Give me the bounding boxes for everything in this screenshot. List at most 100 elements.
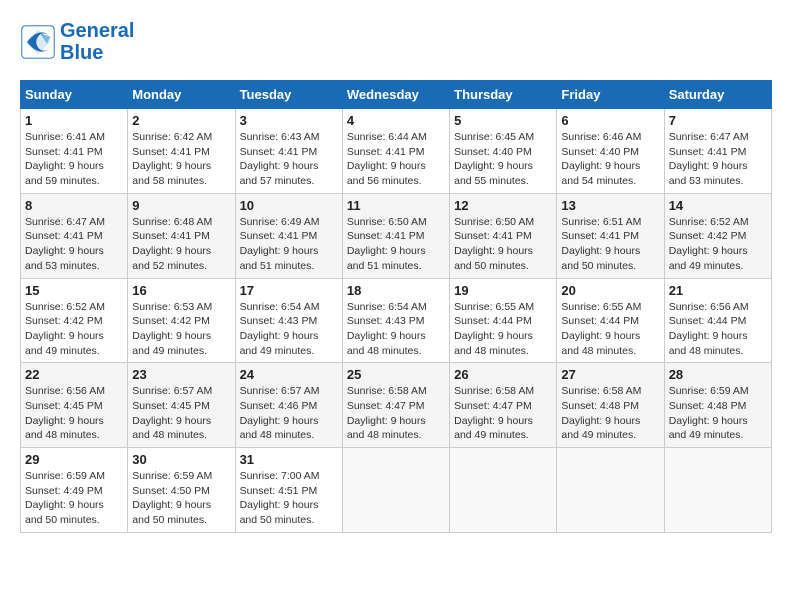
day-info: Sunrise: 6:58 AM Sunset: 4:48 PM Dayligh…: [561, 384, 659, 443]
day-number: 6: [561, 113, 659, 128]
day-info: Sunrise: 6:44 AM Sunset: 4:41 PM Dayligh…: [347, 130, 445, 189]
day-number: 8: [25, 198, 123, 213]
day-number: 12: [454, 198, 552, 213]
calendar-cell: 6 Sunrise: 6:46 AM Sunset: 4:40 PM Dayli…: [557, 109, 664, 194]
calendar-cell: 5 Sunrise: 6:45 AM Sunset: 4:40 PM Dayli…: [450, 109, 557, 194]
day-info: Sunrise: 6:46 AM Sunset: 4:40 PM Dayligh…: [561, 130, 659, 189]
day-number: 10: [240, 198, 338, 213]
day-info: Sunrise: 6:59 AM Sunset: 4:48 PM Dayligh…: [669, 384, 767, 443]
calendar-cell: 24 Sunrise: 6:57 AM Sunset: 4:46 PM Dayl…: [235, 363, 342, 448]
day-info: Sunrise: 6:54 AM Sunset: 4:43 PM Dayligh…: [240, 300, 338, 359]
day-number: 3: [240, 113, 338, 128]
calendar-cell: 1 Sunrise: 6:41 AM Sunset: 4:41 PM Dayli…: [21, 109, 128, 194]
calendar-cell: 3 Sunrise: 6:43 AM Sunset: 4:41 PM Dayli…: [235, 109, 342, 194]
day-number: 18: [347, 283, 445, 298]
day-number: 19: [454, 283, 552, 298]
day-number: 25: [347, 367, 445, 382]
calendar-cell: [450, 448, 557, 533]
calendar-cell: 23 Sunrise: 6:57 AM Sunset: 4:45 PM Dayl…: [128, 363, 235, 448]
calendar-cell: 17 Sunrise: 6:54 AM Sunset: 4:43 PM Dayl…: [235, 278, 342, 363]
weekday-header-tuesday: Tuesday: [235, 81, 342, 109]
day-number: 20: [561, 283, 659, 298]
calendar-cell: 10 Sunrise: 6:49 AM Sunset: 4:41 PM Dayl…: [235, 193, 342, 278]
calendar-week-row: 1 Sunrise: 6:41 AM Sunset: 4:41 PM Dayli…: [21, 109, 772, 194]
calendar-week-row: 15 Sunrise: 6:52 AM Sunset: 4:42 PM Dayl…: [21, 278, 772, 363]
day-info: Sunrise: 6:59 AM Sunset: 4:50 PM Dayligh…: [132, 469, 230, 528]
calendar-cell: 16 Sunrise: 6:53 AM Sunset: 4:42 PM Dayl…: [128, 278, 235, 363]
day-info: Sunrise: 6:47 AM Sunset: 4:41 PM Dayligh…: [25, 215, 123, 274]
day-info: Sunrise: 6:43 AM Sunset: 4:41 PM Dayligh…: [240, 130, 338, 189]
day-info: Sunrise: 6:41 AM Sunset: 4:41 PM Dayligh…: [25, 130, 123, 189]
day-info: Sunrise: 6:47 AM Sunset: 4:41 PM Dayligh…: [669, 130, 767, 189]
calendar-cell: 25 Sunrise: 6:58 AM Sunset: 4:47 PM Dayl…: [342, 363, 449, 448]
day-number: 29: [25, 452, 123, 467]
calendar-cell: 15 Sunrise: 6:52 AM Sunset: 4:42 PM Dayl…: [21, 278, 128, 363]
day-number: 21: [669, 283, 767, 298]
day-number: 30: [132, 452, 230, 467]
calendar-cell: 7 Sunrise: 6:47 AM Sunset: 4:41 PM Dayli…: [664, 109, 771, 194]
calendar-cell: 13 Sunrise: 6:51 AM Sunset: 4:41 PM Dayl…: [557, 193, 664, 278]
weekday-header-thursday: Thursday: [450, 81, 557, 109]
calendar-table: SundayMondayTuesdayWednesdayThursdayFrid…: [20, 80, 772, 533]
day-info: Sunrise: 7:00 AM Sunset: 4:51 PM Dayligh…: [240, 469, 338, 528]
day-info: Sunrise: 6:52 AM Sunset: 4:42 PM Dayligh…: [25, 300, 123, 359]
day-info: Sunrise: 6:49 AM Sunset: 4:41 PM Dayligh…: [240, 215, 338, 274]
day-info: Sunrise: 6:50 AM Sunset: 4:41 PM Dayligh…: [347, 215, 445, 274]
weekday-header-friday: Friday: [557, 81, 664, 109]
day-info: Sunrise: 6:56 AM Sunset: 4:45 PM Dayligh…: [25, 384, 123, 443]
day-info: Sunrise: 6:57 AM Sunset: 4:46 PM Dayligh…: [240, 384, 338, 443]
day-number: 9: [132, 198, 230, 213]
day-info: Sunrise: 6:55 AM Sunset: 4:44 PM Dayligh…: [561, 300, 659, 359]
weekday-header-sunday: Sunday: [21, 81, 128, 109]
day-info: Sunrise: 6:52 AM Sunset: 4:42 PM Dayligh…: [669, 215, 767, 274]
weekday-header-saturday: Saturday: [664, 81, 771, 109]
day-info: Sunrise: 6:56 AM Sunset: 4:44 PM Dayligh…: [669, 300, 767, 359]
calendar-header-row: SundayMondayTuesdayWednesdayThursdayFrid…: [21, 81, 772, 109]
day-number: 17: [240, 283, 338, 298]
day-info: Sunrise: 6:59 AM Sunset: 4:49 PM Dayligh…: [25, 469, 123, 528]
calendar-week-row: 22 Sunrise: 6:56 AM Sunset: 4:45 PM Dayl…: [21, 363, 772, 448]
calendar-cell: 2 Sunrise: 6:42 AM Sunset: 4:41 PM Dayli…: [128, 109, 235, 194]
day-number: 2: [132, 113, 230, 128]
calendar-cell: 9 Sunrise: 6:48 AM Sunset: 4:41 PM Dayli…: [128, 193, 235, 278]
day-number: 31: [240, 452, 338, 467]
page-header: General Blue: [20, 20, 772, 64]
calendar-cell: 11 Sunrise: 6:50 AM Sunset: 4:41 PM Dayl…: [342, 193, 449, 278]
day-info: Sunrise: 6:57 AM Sunset: 4:45 PM Dayligh…: [132, 384, 230, 443]
calendar-cell: 12 Sunrise: 6:50 AM Sunset: 4:41 PM Dayl…: [450, 193, 557, 278]
logo-icon: [20, 24, 56, 60]
calendar-cell: 31 Sunrise: 7:00 AM Sunset: 4:51 PM Dayl…: [235, 448, 342, 533]
day-info: Sunrise: 6:58 AM Sunset: 4:47 PM Dayligh…: [454, 384, 552, 443]
day-number: 16: [132, 283, 230, 298]
calendar-cell: [342, 448, 449, 533]
day-info: Sunrise: 6:58 AM Sunset: 4:47 PM Dayligh…: [347, 384, 445, 443]
calendar-cell: 20 Sunrise: 6:55 AM Sunset: 4:44 PM Dayl…: [557, 278, 664, 363]
day-info: Sunrise: 6:51 AM Sunset: 4:41 PM Dayligh…: [561, 215, 659, 274]
logo: General Blue: [20, 20, 134, 64]
calendar-cell: [664, 448, 771, 533]
calendar-cell: 14 Sunrise: 6:52 AM Sunset: 4:42 PM Dayl…: [664, 193, 771, 278]
calendar-cell: 18 Sunrise: 6:54 AM Sunset: 4:43 PM Dayl…: [342, 278, 449, 363]
day-number: 14: [669, 198, 767, 213]
day-number: 5: [454, 113, 552, 128]
calendar-cell: 8 Sunrise: 6:47 AM Sunset: 4:41 PM Dayli…: [21, 193, 128, 278]
day-number: 13: [561, 198, 659, 213]
calendar-cell: 27 Sunrise: 6:58 AM Sunset: 4:48 PM Dayl…: [557, 363, 664, 448]
day-number: 7: [669, 113, 767, 128]
calendar-cell: 29 Sunrise: 6:59 AM Sunset: 4:49 PM Dayl…: [21, 448, 128, 533]
day-number: 27: [561, 367, 659, 382]
day-info: Sunrise: 6:45 AM Sunset: 4:40 PM Dayligh…: [454, 130, 552, 189]
calendar-cell: 30 Sunrise: 6:59 AM Sunset: 4:50 PM Dayl…: [128, 448, 235, 533]
day-number: 26: [454, 367, 552, 382]
calendar-week-row: 8 Sunrise: 6:47 AM Sunset: 4:41 PM Dayli…: [21, 193, 772, 278]
day-info: Sunrise: 6:54 AM Sunset: 4:43 PM Dayligh…: [347, 300, 445, 359]
day-info: Sunrise: 6:50 AM Sunset: 4:41 PM Dayligh…: [454, 215, 552, 274]
weekday-header-wednesday: Wednesday: [342, 81, 449, 109]
day-number: 23: [132, 367, 230, 382]
day-info: Sunrise: 6:42 AM Sunset: 4:41 PM Dayligh…: [132, 130, 230, 189]
calendar-cell: 21 Sunrise: 6:56 AM Sunset: 4:44 PM Dayl…: [664, 278, 771, 363]
weekday-header-monday: Monday: [128, 81, 235, 109]
day-number: 24: [240, 367, 338, 382]
day-number: 11: [347, 198, 445, 213]
day-info: Sunrise: 6:53 AM Sunset: 4:42 PM Dayligh…: [132, 300, 230, 359]
